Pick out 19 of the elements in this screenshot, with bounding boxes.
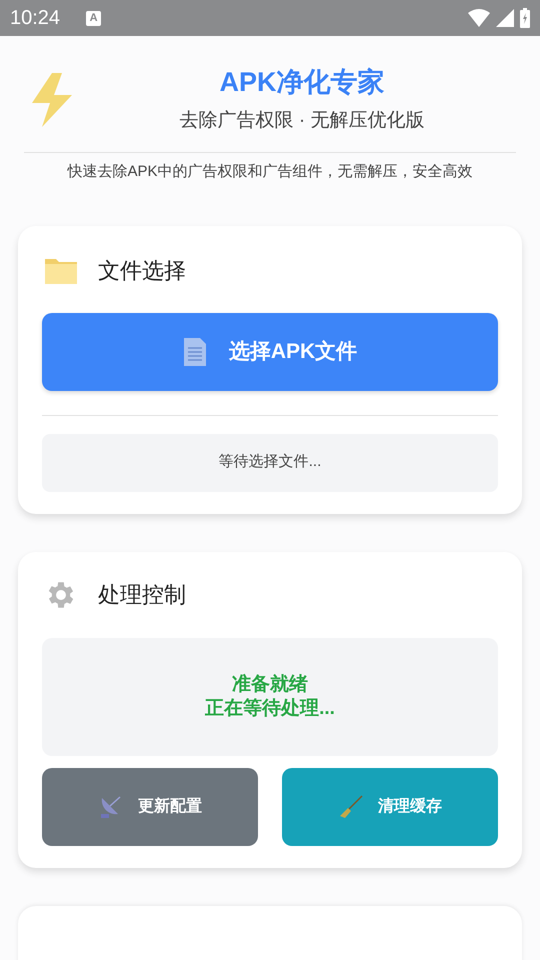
status-message: 准备就绪 [232,672,308,696]
card-title: 处理控制 [98,581,186,609]
battery-icon [520,8,530,28]
file-status: 等待选择文件... [42,434,498,492]
notification-icon: A [86,10,102,26]
document-icon [182,336,207,366]
status-time: 10:24 [10,6,60,31]
card-title: 文件选择 [98,256,186,284]
action-button[interactable]: 更新配置 [42,768,258,846]
signal-icon [496,9,514,27]
app-title: APK净化专家 [219,66,384,99]
status-message: 正在等待处理... [205,696,335,720]
lightning-icon [30,73,74,127]
broom-icon [338,794,364,820]
app-description: 快速去除APK中的广告权限和广告组件，无需解压，安全高效 [66,162,474,182]
app-subtitle: 去除广告权限 · 无解压优化版 [180,109,424,133]
action-button[interactable]: 清理缓存 [282,768,498,846]
select-apk-button[interactable]: 选择APK文件 [42,312,498,390]
wifi-icon [468,9,490,27]
